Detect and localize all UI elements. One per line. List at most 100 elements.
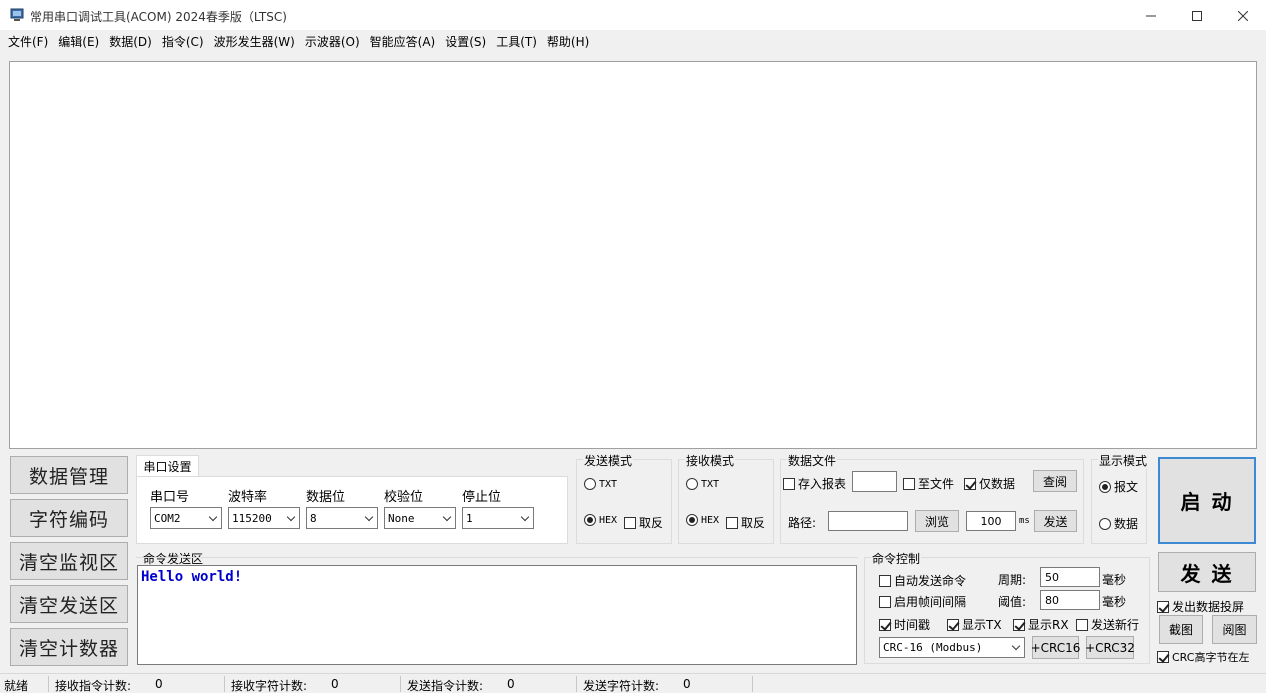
menu-waveform-generator[interactable]: 波形发生器(W) [209,33,300,50]
report-input[interactable] [852,471,897,492]
recv-mode-group: 接收模式 [678,452,774,544]
checkbox-checked-icon [1013,618,1025,631]
status-separator [48,676,49,692]
maximize-button[interactable] [1174,0,1220,31]
baud-select[interactable]: 115200 [228,507,300,529]
menu-settings[interactable]: 设置(S) [440,33,491,50]
port-label: 串口号 [150,490,190,505]
app-icon [10,8,24,22]
view-image-button[interactable]: 阅图 [1212,615,1257,644]
menu-help[interactable]: 帮助(H) [542,33,594,50]
close-button[interactable] [1220,0,1266,31]
crc16-button[interactable]: +CRC16 [1031,636,1080,659]
recv-mode-hex-label: HEX [701,514,720,526]
menu-data[interactable]: 数据(D) [104,33,157,50]
display-mode-title: 显示模式 [1098,452,1149,469]
timestamp-checkbox[interactable]: 时间戳 [879,616,930,633]
show-tx-label: 显示TX [962,618,1002,632]
send-mode-hex-label: HEX [599,514,618,526]
chevron-down-icon [287,514,296,523]
path-input[interactable] [828,511,908,531]
tab-serial-settings[interactable]: 串口设置 [136,455,199,477]
display-message-option[interactable]: 报文 [1099,478,1138,495]
databits-select[interactable]: 8 [306,507,378,529]
interval-input[interactable]: 100 [966,511,1016,531]
send-button[interactable]: 发 送 [1158,552,1256,592]
show-tx-checkbox[interactable]: 显示TX [947,616,1002,633]
period-input[interactable]: 50 [1040,567,1100,587]
send-data-screen-checkbox[interactable]: 发出数据投屏 [1157,598,1244,615]
show-rx-label: 显示RX [1028,618,1069,632]
monitor-area[interactable] [9,61,1257,449]
send-mode-txt-label: TXT [599,478,618,490]
port-select[interactable]: COM2 [150,507,222,529]
data-only-checkbox[interactable]: 仅数据 [964,475,1015,492]
send-mode-group: 发送模式 [576,452,672,544]
radio-selected-icon [1099,480,1111,493]
checkbox-icon [726,516,738,529]
crc-select-value: CRC-16 (Modbus) [883,641,983,654]
parity-select[interactable]: None [384,507,456,529]
file-send-button[interactable]: 发送 [1034,510,1077,532]
radio-icon [686,478,698,490]
send-mode-txt-option[interactable]: TXT [584,478,617,490]
menu-edit[interactable]: 编辑(E) [53,33,104,50]
menu-file[interactable]: 文件(F) [3,33,53,50]
crc32-button[interactable]: +CRC32 [1085,636,1135,659]
status-separator [752,676,753,692]
checkbox-checked-icon [1157,600,1169,613]
stopbits-select[interactable]: 1 [462,507,534,529]
status-ready: 就绪 [4,679,29,693]
auto-send-checkbox[interactable]: 自动发送命令 [879,572,966,589]
show-rx-checkbox[interactable]: 显示RX [1013,616,1069,633]
send-newline-checkbox[interactable]: 发送新行 [1076,616,1139,633]
checkbox-checked-icon [947,618,959,631]
start-button[interactable]: 启 动 [1158,457,1256,544]
display-data-option[interactable]: 数据 [1099,515,1138,532]
checkbox-icon [624,516,636,529]
menu-command[interactable]: 指令(C) [157,33,209,50]
recv-mode-invert-label: 取反 [741,516,766,530]
clear-send-button[interactable]: 清空发送区 [10,585,128,623]
rx-char-count-label: 接收字符计数: [231,679,308,693]
status-separator [224,676,225,692]
tx-char-count-label: 发送字符计数: [583,679,660,693]
data-file-title: 数据文件 [787,452,838,469]
frame-interval-label: 启用帧间间隔 [894,595,967,609]
browse-button[interactable]: 浏览 [915,510,959,532]
cmd-area-rule [136,557,858,559]
menu-oscilloscope[interactable]: 示波器(O) [300,33,365,50]
title-bar: 常用串口调试工具(ACOM) 2024春季版（LTSC) [0,0,1266,31]
radio-selected-icon [584,514,596,526]
data-manage-button[interactable]: 数据管理 [10,456,128,494]
menu-smart-reply[interactable]: 智能应答(A) [365,33,441,50]
recv-mode-txt-option[interactable]: TXT [686,478,719,490]
screenshot-button[interactable]: 截图 [1159,615,1203,644]
recv-mode-invert-checkbox[interactable]: 取反 [726,514,765,531]
data-only-label: 仅数据 [979,477,1016,491]
command-input[interactable]: Hello world! [137,565,857,665]
query-button[interactable]: 查阅 [1033,470,1077,492]
send-mode-hex-option[interactable]: HEX [584,514,617,526]
save-report-checkbox[interactable]: 存入报表 [783,475,846,492]
interval-value: 100 [980,514,1002,528]
clear-counter-button[interactable]: 清空计数器 [10,628,128,666]
threshold-input[interactable]: 80 [1040,590,1100,610]
send-mode-title: 发送模式 [583,452,634,469]
recv-mode-hex-option[interactable]: HEX [686,514,719,526]
clear-monitor-button[interactable]: 清空监视区 [10,542,128,580]
char-encoding-button[interactable]: 字符编码 [10,499,128,537]
to-file-checkbox[interactable]: 至文件 [903,475,954,492]
frame-interval-checkbox[interactable]: 启用帧间间隔 [879,593,966,610]
menu-tools[interactable]: 工具(T) [491,33,542,50]
command-text: Hello world! [141,569,243,585]
recv-mode-txt-label: TXT [701,478,720,490]
crc-high-left-checkbox[interactable]: CRC高字节在左 [1157,649,1249,665]
crc-select[interactable]: CRC-16 (Modbus) [879,637,1025,658]
display-data-label: 数据 [1114,517,1139,531]
checkbox-checked-icon [879,618,891,631]
status-bar: 就绪 接收指令计数: 0 接收字符计数: 0 发送指令计数: 0 发送字符计数:… [0,673,1266,693]
radio-icon [1099,517,1111,530]
minimize-button[interactable] [1128,0,1174,31]
send-mode-invert-checkbox[interactable]: 取反 [624,514,663,531]
